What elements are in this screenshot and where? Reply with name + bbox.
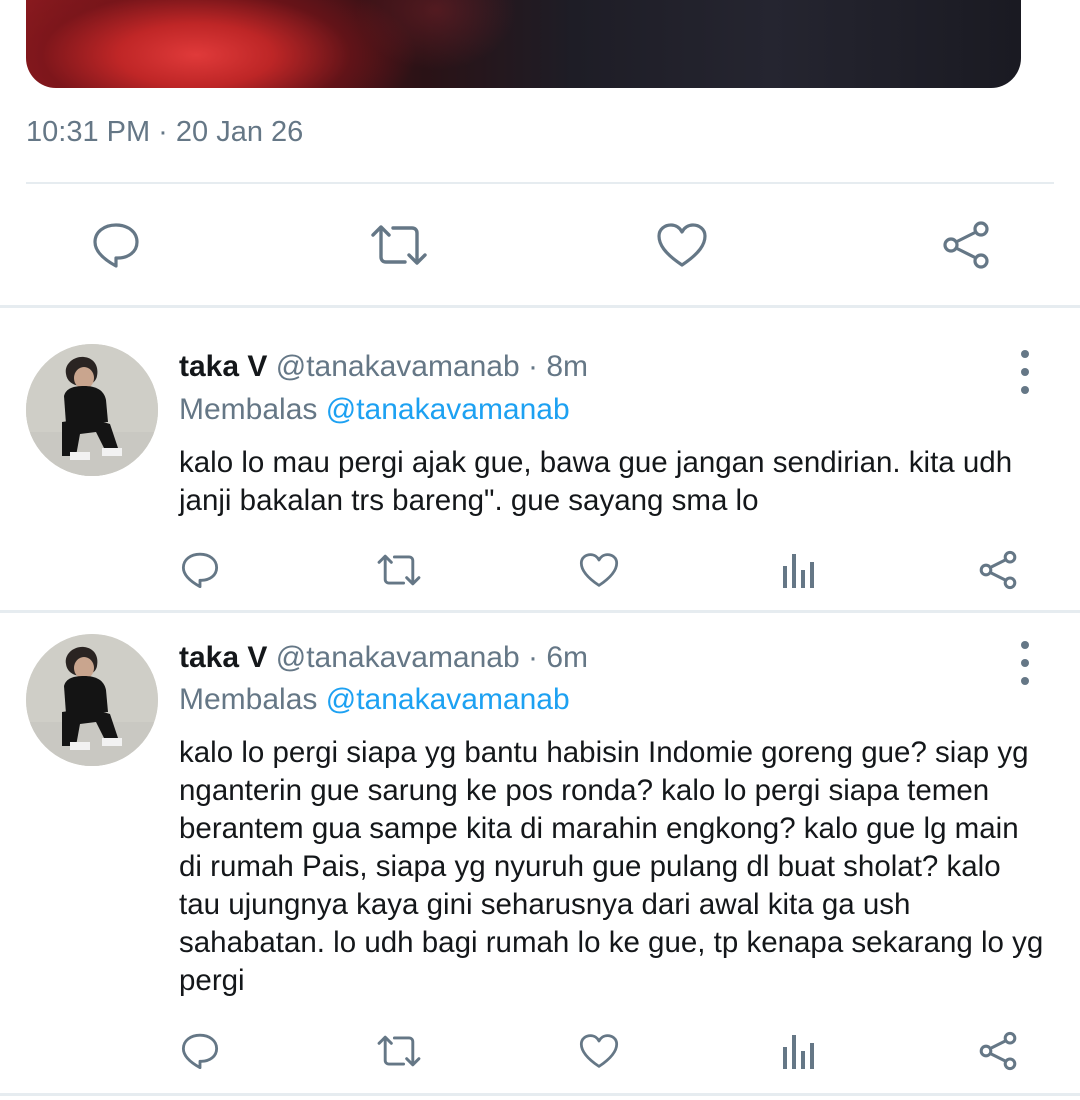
reply-tweet[interactable]: taka V @tanakavamanab · 6m Membalas @tan…	[0, 613, 1080, 1090]
more-dots-icon	[1021, 350, 1029, 358]
retweet-icon	[377, 554, 421, 586]
retweet-button[interactable]	[366, 215, 432, 275]
separator-dot: ·	[528, 641, 539, 674]
more-options-button[interactable]	[1010, 350, 1040, 394]
analytics-icon	[783, 554, 814, 588]
more-dots-icon	[1021, 641, 1029, 649]
like-icon	[579, 1034, 619, 1068]
analytics-icon	[783, 1035, 814, 1069]
profile-photo	[26, 634, 158, 766]
reply-button[interactable]	[178, 1029, 222, 1073]
share-icon	[979, 1031, 1017, 1071]
like-button[interactable]	[576, 548, 622, 592]
replying-to: Membalas @tanakavamanab	[179, 393, 570, 427]
reply-icon	[93, 223, 139, 268]
share-icon	[943, 221, 989, 269]
reply-button[interactable]	[86, 215, 146, 275]
retweet-button[interactable]	[374, 548, 424, 592]
tweet-text: kalo lo mau pergi ajak gue, bawa gue jan…	[179, 446, 1013, 517]
divider	[0, 1093, 1080, 1096]
display-name[interactable]: taka V	[179, 641, 267, 674]
analytics-button[interactable]	[776, 1029, 820, 1073]
user-handle[interactable]: @tanakavamanab	[276, 350, 520, 383]
reply-tweet[interactable]: taka V @tanakavamanab · 8m Membalas @tan…	[0, 308, 1080, 610]
main-tweet-actions	[0, 185, 1080, 305]
replying-to-label: Membalas	[179, 683, 318, 716]
more-options-button[interactable]	[1010, 641, 1040, 685]
tweet-header: taka V @tanakavamanab · 6m	[179, 641, 588, 675]
tweet-media-image[interactable]	[26, 0, 1021, 88]
share-button[interactable]	[936, 215, 996, 275]
user-handle[interactable]: @tanakavamanab	[276, 641, 520, 674]
avatar[interactable]	[26, 344, 158, 476]
tweet-time[interactable]: 6m	[546, 641, 588, 674]
like-button[interactable]	[576, 1029, 622, 1073]
avatar[interactable]	[26, 634, 158, 766]
share-icon	[979, 550, 1017, 590]
reply-button[interactable]	[178, 548, 222, 592]
like-icon	[657, 223, 707, 267]
tweet-timestamp[interactable]: 10:31 PM · 20 Jan 26	[26, 116, 303, 149]
reply-icon	[181, 552, 219, 589]
retweet-button[interactable]	[374, 1029, 424, 1073]
divider	[26, 182, 1054, 184]
reply-icon	[181, 1033, 219, 1070]
replying-to: Membalas @tanakavamanab	[179, 683, 570, 717]
tweet-time[interactable]: 8m	[546, 350, 588, 383]
like-button[interactable]	[652, 215, 712, 275]
like-icon	[579, 553, 619, 587]
analytics-button[interactable]	[776, 548, 820, 592]
replying-to-label: Membalas	[179, 393, 318, 426]
share-button[interactable]	[976, 548, 1020, 592]
display-name[interactable]: taka V	[179, 350, 267, 383]
separator-dot: ·	[528, 350, 539, 383]
profile-photo	[26, 344, 158, 476]
replying-to-mention[interactable]: @tanakavamanab	[326, 393, 570, 426]
tweet-header: taka V @tanakavamanab · 8m	[179, 350, 588, 384]
tweet-text: kalo lo pergi siapa yg bantu habisin Ind…	[179, 736, 1044, 997]
retweet-icon	[371, 225, 427, 265]
replying-to-mention[interactable]: @tanakavamanab	[326, 683, 570, 716]
retweet-icon	[377, 1035, 421, 1067]
share-button[interactable]	[976, 1029, 1020, 1073]
